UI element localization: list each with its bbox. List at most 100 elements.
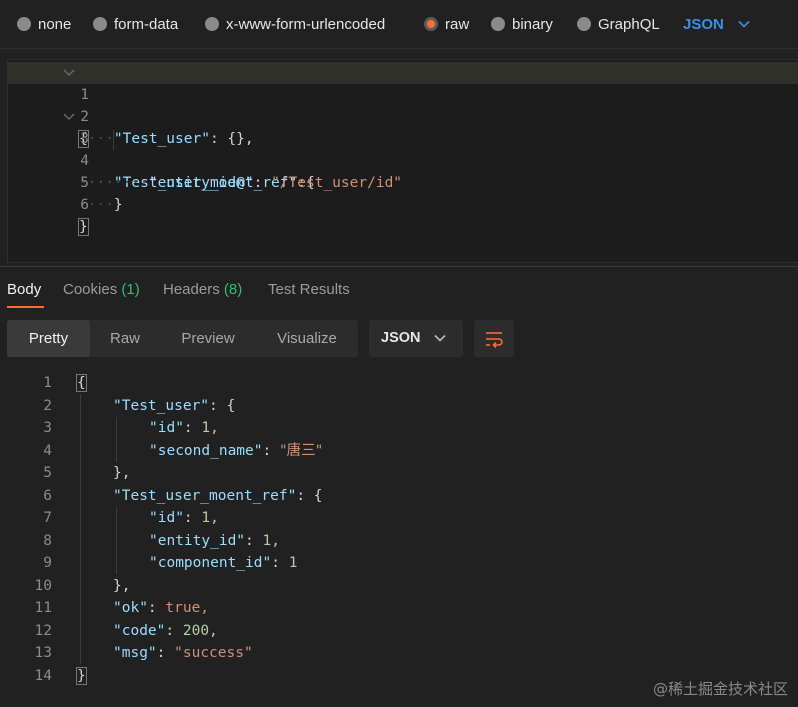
line-number: 4 (43, 443, 52, 459)
json-boolean: true, (165, 600, 210, 616)
line-number: 6 (43, 488, 52, 504)
editor-line: 10}, (0, 575, 798, 597)
radio-selected-icon (424, 17, 438, 31)
chevron-down-icon (738, 20, 750, 28)
line-number: 1 (43, 375, 52, 391)
language-label: JSON (683, 15, 724, 33)
brace: } (78, 218, 89, 236)
radio-circle-icon (577, 17, 591, 31)
line-number: 14 (34, 668, 52, 684)
json-number: 1, (262, 533, 280, 549)
pretty-button[interactable]: Pretty (7, 320, 90, 357)
radio-label: x-www-form-urlencoded (226, 15, 386, 33)
radio-label: form-data (114, 15, 179, 33)
editor-line: 12 "code": 200, (0, 620, 798, 642)
request-body-editor[interactable]: 1 { 2 ····"Test_user": {}, 3 ····"Test_u… (7, 59, 798, 263)
indent-guide (116, 507, 117, 574)
json-key: "Test_user" (113, 398, 210, 414)
editor-line: 5 ····} (8, 150, 798, 213)
radio-circle-icon (491, 17, 505, 31)
editor-line: 13 "msg": "success" (0, 642, 798, 664)
wrap-lines-button[interactable] (474, 320, 514, 357)
preview-button[interactable]: Preview (160, 320, 256, 357)
json-key: "component_id" (149, 555, 272, 571)
json-key: "ok" (113, 600, 148, 616)
json-punct: : { (296, 488, 323, 504)
line-number: 10 (34, 578, 52, 594)
editor-line: 3 "id": 1, (0, 417, 798, 439)
brace: }, (113, 578, 131, 594)
radio-raw[interactable]: raw (424, 13, 469, 35)
radio-form-data[interactable]: form-data (93, 13, 178, 35)
json-number: 200, (182, 623, 218, 639)
response-body-viewer: 1{ 2 "Test_user": { 3 "id": 1, 4 "second_na… (0, 371, 798, 691)
visualize-button[interactable]: Visualize (256, 320, 358, 357)
json-key: "msg" (113, 645, 157, 661)
brace: }, (113, 465, 131, 481)
json-key: "Test_user_moent_ref" (113, 488, 297, 504)
fold-chevron-icon[interactable] (63, 112, 75, 122)
response-tabs: Body Cookies (1) Headers (8) Test Result… (0, 276, 798, 310)
indent-guide (116, 417, 117, 462)
radio-label: GraphQL (598, 15, 660, 33)
active-tab-indicator (7, 306, 44, 308)
editor-line: 3 ····"Test_user_moent_ref":{ (8, 106, 798, 191)
editor-line: 6 "Test_user_moent_ref": { (0, 485, 798, 507)
raw-language-select[interactable]: JSON (683, 13, 750, 35)
tab-test-results[interactable]: Test Results (268, 281, 350, 298)
tab-cookies[interactable]: Cookies (1) (63, 281, 140, 298)
tab-label: Headers (163, 281, 220, 298)
editor-line: 4 "second_name": "唐三" (0, 440, 798, 462)
line-number: 13 (34, 645, 52, 661)
fold-chevron-icon[interactable] (63, 68, 75, 78)
editor-line: 2 ····"Test_user": {}, (8, 84, 798, 147)
wrap-lines-icon (486, 332, 503, 348)
json-punct: : (156, 645, 175, 661)
tab-headers[interactable]: Headers (8) (163, 281, 242, 298)
json-punct: : (183, 510, 202, 526)
editor-line: 4 ········"entity_id@": "/Test_user/id" (8, 128, 798, 191)
json-key: "code" (113, 623, 166, 639)
json-punct: : (271, 555, 289, 571)
radio-label: raw (445, 15, 470, 33)
editor-line: 6 } (8, 172, 798, 236)
cookies-count: (1) (121, 281, 140, 298)
radio-graphql[interactable]: GraphQL (577, 13, 660, 35)
radio-circle-icon (17, 17, 31, 31)
editor-line: 8 "entity_id": 1, (0, 530, 798, 552)
radio-label: none (38, 15, 72, 33)
radio-x-www-form-urlencoded[interactable]: x-www-form-urlencoded (205, 13, 385, 35)
brace: { (76, 374, 87, 392)
line-number: 6 (80, 197, 89, 213)
line-number: 7 (43, 510, 52, 526)
line-number: 8 (43, 533, 52, 549)
watermark: @稀土掘金技术社区 (652, 680, 788, 698)
body-type-bar: none form-data x-www-form-urlencoded raw… (0, 0, 798, 49)
tab-body[interactable]: Body (7, 281, 41, 298)
json-key: "id" (149, 510, 184, 526)
line-number: 5 (43, 465, 52, 481)
json-key: "id" (149, 420, 184, 436)
brace: } (113, 197, 123, 213)
response-format-select[interactable]: JSON (369, 320, 463, 357)
line-number: 2 (43, 398, 52, 414)
json-key: "second_name" (149, 443, 263, 459)
chevron-down-icon (434, 334, 446, 342)
headers-count: (8) (223, 281, 243, 298)
json-number: 1 (288, 555, 298, 571)
radio-circle-icon (93, 17, 107, 31)
radio-label: binary (512, 15, 553, 33)
editor-line: 1{ (0, 372, 798, 394)
editor-line: 7 "id": 1, (0, 507, 798, 529)
json-key: "entity_id" (149, 533, 246, 549)
editor-line: 5}, (0, 462, 798, 484)
pane-splitter[interactable] (0, 266, 798, 271)
radio-binary[interactable]: binary (491, 13, 553, 35)
line-number: 9 (43, 555, 52, 571)
radio-none[interactable]: none (17, 13, 71, 35)
json-punct: : (183, 420, 202, 436)
json-string: "success" (174, 645, 253, 661)
json-punct: : (147, 600, 166, 616)
brace: } (76, 667, 87, 685)
raw-button[interactable]: Raw (90, 320, 160, 357)
